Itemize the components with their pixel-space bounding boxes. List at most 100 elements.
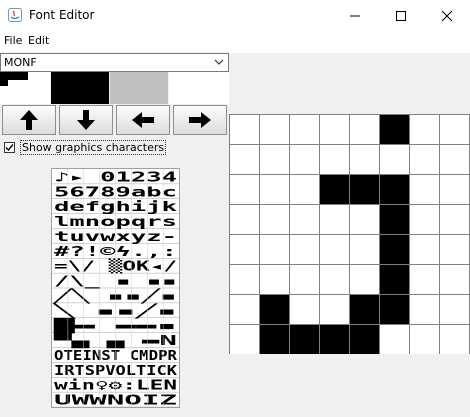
pixel-cell[interactable] [289,144,320,175]
pixel-cell[interactable] [349,174,380,205]
pixel-cell[interactable] [409,114,440,145]
shift-down-button[interactable] [59,105,113,135]
pixel-cell[interactable] [379,204,410,235]
menu-edit[interactable]: Edit [28,34,49,47]
show-graphics-checkbox[interactable] [4,142,15,153]
pixel-cell[interactable] [439,234,470,265]
menu-bar: File Edit [0,31,470,51]
gray-color-swatch[interactable] [110,72,168,104]
arrow-up-icon [20,110,38,130]
glyph-editor[interactable] [229,53,470,417]
pixel-cell[interactable] [289,324,320,355]
pixel-cell[interactable] [439,264,470,295]
pixel-cell[interactable] [289,204,320,235]
pixel-cell[interactable] [409,204,440,235]
pixel-cell[interactable] [439,144,470,175]
font-select-value: MONF [4,56,37,69]
pixel-cell[interactable] [409,294,440,325]
pixel-cell[interactable] [229,144,260,175]
pixel-cell[interactable] [349,324,380,355]
pixel-cell[interactable] [229,114,260,145]
char-row[interactable]: ╲ ▪▪╱▪ [51,302,177,319]
shift-up-button[interactable] [2,105,56,135]
chevron-down-icon [214,59,224,65]
pixel-cell[interactable] [379,174,410,205]
pixel-cell[interactable] [289,294,320,325]
pixel-cell[interactable] [259,324,290,355]
show-graphics-label[interactable]: Show graphics characters [20,140,167,155]
pixel-cell[interactable] [409,324,440,355]
pixel-cell[interactable] [439,174,470,205]
pixel-cell[interactable] [259,174,290,205]
maximize-button[interactable] [378,0,424,31]
pixel-cell[interactable] [259,294,290,325]
pixel-cell[interactable] [409,234,440,265]
pixel-cell[interactable] [439,204,470,235]
pixel-cell[interactable] [319,114,350,145]
pixel-cell[interactable] [259,204,290,235]
pixel-cell[interactable] [379,144,410,175]
pixel-cell[interactable] [259,144,290,175]
arrow-down-icon [77,110,95,130]
pixel-cell[interactable] [379,114,410,145]
pixel-cell[interactable] [229,264,260,295]
checkmark-icon [5,144,14,152]
pixel-cell[interactable] [409,264,440,295]
pixel-cell[interactable] [379,264,410,295]
minimize-icon [350,15,360,16]
pixel-cell[interactable] [349,234,380,265]
pixel-cell[interactable] [349,294,380,325]
background-color-swatch[interactable] [169,72,229,104]
pixel-cell[interactable] [259,264,290,295]
pixel-cell[interactable] [289,264,320,295]
close-button[interactable] [424,0,470,31]
pixel-cell[interactable] [319,204,350,235]
character-grid[interactable]: ♪▸ 0123456789abcdefghijklmnopqrstuvwxyz-… [51,169,179,409]
maximize-icon [396,10,406,21]
arrow-left-icon [132,112,154,128]
pixel-cell[interactable] [229,234,260,265]
pixel-cell[interactable] [319,174,350,205]
pixel-cell[interactable] [289,114,320,145]
pixel-cell[interactable] [319,234,350,265]
pixel-cell[interactable] [349,264,380,295]
pixel-cell[interactable] [289,234,320,265]
pixel-cell[interactable] [259,114,290,145]
pixel-cell[interactable] [319,324,350,355]
shift-right-button[interactable] [173,105,227,135]
char-row[interactable]: ╱╲ ▪▪╱▪ [52,287,177,304]
pixel-cell[interactable] [409,144,440,175]
pixel-cell[interactable] [379,234,410,265]
pixel-cell[interactable] [439,114,470,145]
pixel-cell[interactable] [439,324,470,355]
shift-left-button[interactable] [116,105,170,135]
pixel-preview-swatch[interactable] [0,72,50,104]
java-app-icon [8,8,22,22]
font-select[interactable]: MONF [0,53,229,72]
pixel-cell[interactable] [439,294,470,325]
pixel-cell[interactable] [229,204,260,235]
pixel-cell[interactable] [319,264,350,295]
character-map[interactable]: ♪▸ 01234 56789abc defghijk lmnopqrs tuvwxyz-… [51,168,180,409]
pixel-cell[interactable] [319,144,350,175]
menu-file[interactable]: File [4,34,22,47]
pixel-cell[interactable] [229,294,260,325]
pixel-cell[interactable] [349,144,380,175]
foreground-color-swatch[interactable] [51,72,109,104]
pixel-cell[interactable] [379,324,410,355]
pixel-cell[interactable] [319,294,350,325]
pixel-cell[interactable] [349,114,380,145]
minimize-button[interactable] [332,0,378,31]
char-row[interactable]: █▬ ▬▬▪ [51,317,177,334]
pixel-cell[interactable] [379,294,410,325]
pixel-grid[interactable] [229,53,470,354]
arrow-right-icon [189,112,211,128]
pixel-cell[interactable] [289,174,320,205]
char-row[interactable]: ▀▄ ▄ ▬N [52,332,178,349]
pixel-cell[interactable] [409,174,440,205]
pixel-cell[interactable] [229,174,260,205]
pixel-cell[interactable] [259,234,290,265]
pixel-cell[interactable] [349,204,380,235]
pixel-cell[interactable] [229,324,260,355]
pixel-preview-icon [0,72,50,104]
